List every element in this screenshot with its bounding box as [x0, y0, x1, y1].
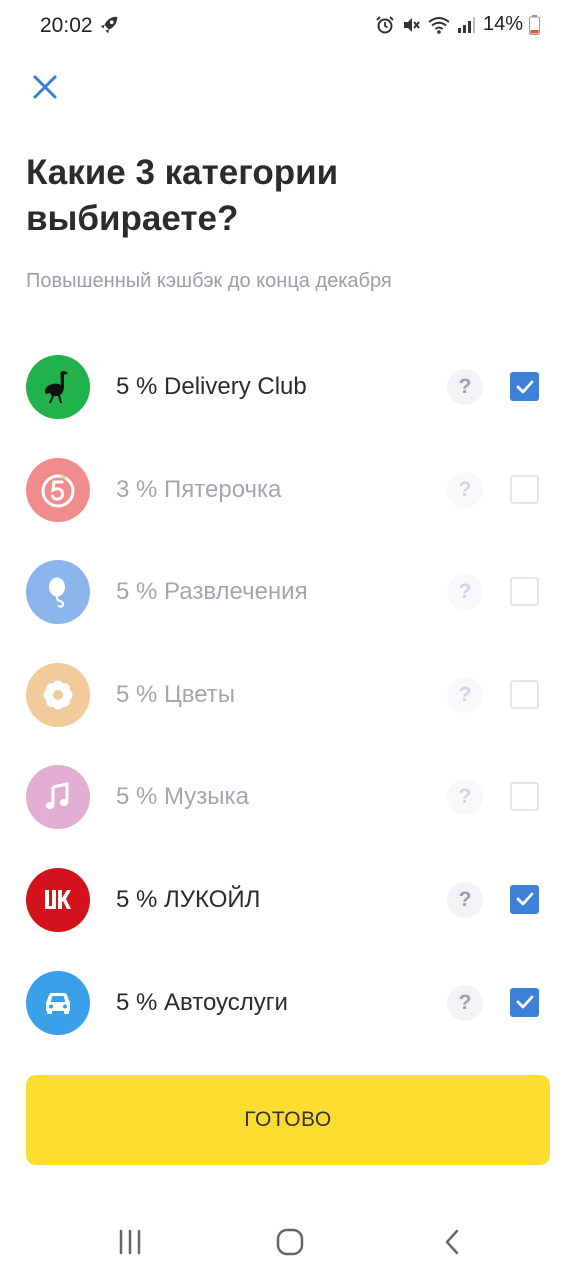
help-button[interactable]: ?	[447, 984, 483, 1021]
page-title: Какие 3 категории выбираете?	[26, 153, 339, 238]
check-icon	[516, 380, 533, 393]
checkbox[interactable]	[510, 782, 539, 812]
lukoil-icon	[26, 867, 90, 932]
help-button[interactable]: ?	[447, 369, 483, 405]
list-item[interactable]: 5 % Музыка ?	[0, 746, 576, 849]
checkbox[interactable]	[510, 987, 539, 1017]
wifi-icon	[428, 16, 450, 34]
checkbox[interactable]	[510, 372, 539, 401]
list-item[interactable]: 5 % Развлечения ?	[0, 541, 576, 644]
category-label: 5 % Музыка	[116, 783, 249, 811]
system-nav-bar	[0, 1200, 576, 1280]
rocket-icon	[100, 16, 118, 34]
checkbox[interactable]	[510, 679, 539, 709]
done-button[interactable]: ГОТОВО	[26, 1075, 550, 1165]
category-label: 5 % Цветы	[116, 680, 236, 708]
music-note-icon	[26, 765, 90, 830]
flower-icon	[26, 662, 90, 727]
balloon-icon	[26, 560, 90, 625]
checkbox[interactable]	[510, 577, 539, 607]
help-button[interactable]: ?	[447, 574, 483, 611]
category-label: 5 % Развлечения	[116, 578, 308, 606]
home-icon	[276, 1228, 304, 1256]
category-list: 5 % Delivery Club ? 3 % Пятерочка ? 5 % …	[0, 336, 576, 1054]
car-icon	[26, 970, 90, 1035]
close-button[interactable]	[26, 68, 64, 106]
home-button[interactable]	[270, 1222, 310, 1262]
signal-icon	[457, 16, 475, 33]
help-button[interactable]: ?	[447, 779, 483, 816]
help-button[interactable]: ?	[447, 676, 483, 713]
checkbox[interactable]	[510, 884, 539, 914]
check-icon	[516, 893, 533, 906]
pyaterochka-icon	[26, 457, 90, 522]
help-button[interactable]: ?	[447, 471, 483, 508]
list-item[interactable]: 5 % Цветы ?	[0, 644, 576, 747]
status-bar: 20:02 14%	[0, 0, 576, 54]
list-item[interactable]: 5 % Delivery Club ?	[0, 336, 576, 439]
alarm-icon	[376, 15, 394, 33]
category-label: 5 % Delivery Club	[116, 373, 307, 400]
help-button[interactable]: ?	[447, 881, 483, 918]
list-item[interactable]: 5 % ЛУКОЙЛ ?	[0, 849, 576, 952]
battery-icon	[529, 14, 540, 35]
back-button[interactable]	[432, 1222, 472, 1262]
close-icon	[33, 75, 57, 99]
back-icon	[445, 1229, 459, 1255]
page-subtitle: Повышенный кэшбэк до конца декабря	[26, 270, 392, 292]
battery-percent: 14%	[482, 13, 523, 35]
check-icon	[516, 995, 533, 1009]
category-label: 5 % ЛУКОЙЛ	[116, 885, 261, 913]
mute-icon	[403, 17, 420, 32]
status-icons: 14%	[375, 13, 540, 36]
list-item[interactable]: 5 % Автоуслуги ?	[0, 952, 576, 1055]
category-label: 5 % Автоуслуги	[116, 988, 288, 1016]
category-label: 3 % Пятерочка	[116, 475, 282, 503]
recent-apps-icon	[119, 1229, 141, 1255]
ostrich-icon	[26, 355, 90, 419]
recent-apps-button[interactable]	[110, 1222, 150, 1262]
list-item[interactable]: 3 % Пятерочка ?	[0, 439, 576, 542]
checkbox[interactable]	[510, 474, 539, 504]
status-time: 20:02	[40, 14, 93, 37]
